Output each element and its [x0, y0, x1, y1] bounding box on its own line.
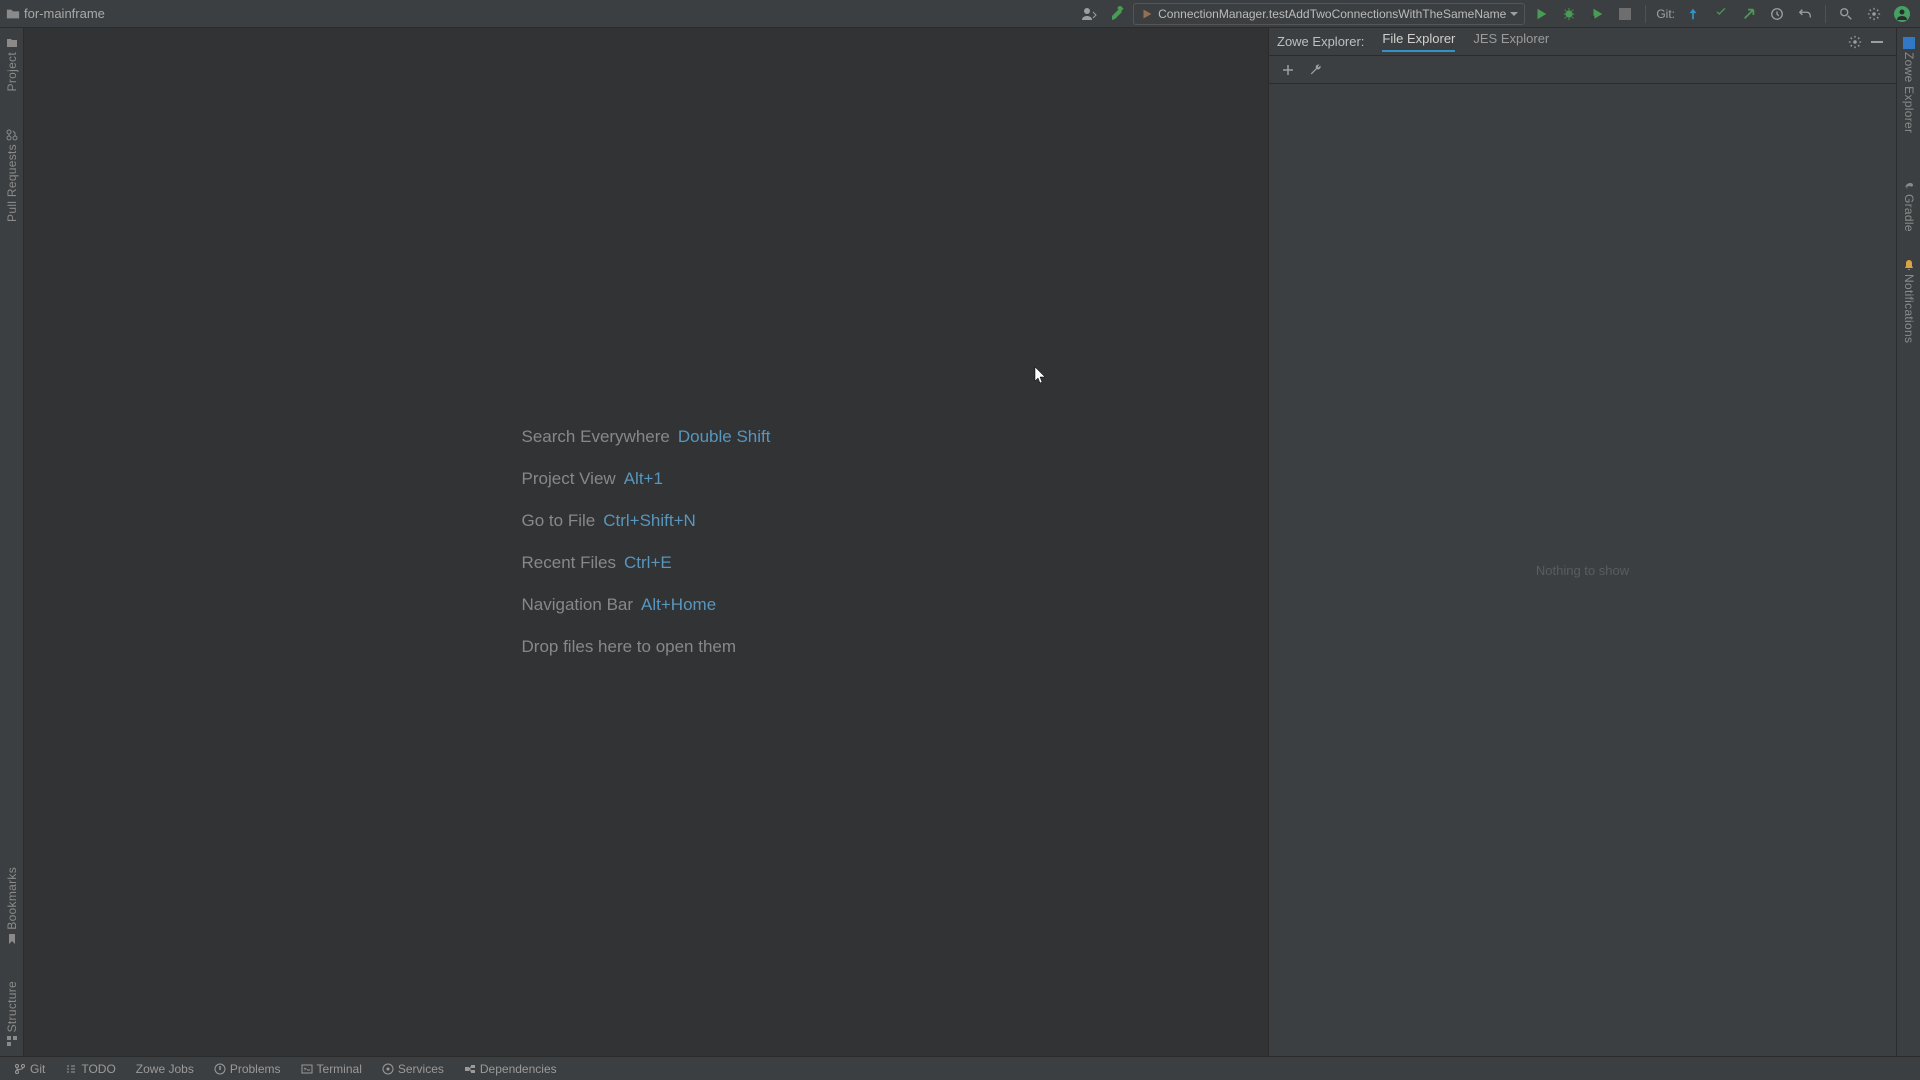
gradle-tool-button[interactable]: Gradle — [1897, 178, 1920, 232]
todo-icon — [65, 1063, 77, 1075]
hint-shortcut: Alt+1 — [624, 469, 663, 489]
project-name: for-mainframe — [24, 6, 105, 21]
zowe-label: Zowe Explorer — [1902, 52, 1916, 133]
hint-shortcut: Alt+Home — [641, 595, 716, 615]
user-icon[interactable] — [1077, 2, 1101, 26]
left-tool-stripe: Project Pull Requests Bookmarks Structur… — [0, 28, 24, 1056]
tab-jes-explorer[interactable]: JES Explorer — [1473, 31, 1549, 52]
bottom-terminal-button[interactable]: Terminal — [293, 1058, 370, 1080]
drop-hint: Drop files here to open them — [522, 637, 771, 657]
project-icon — [5, 36, 19, 50]
hint-project-view: Project View Alt+1 — [522, 469, 771, 489]
tab-file-explorer[interactable]: File Explorer — [1382, 31, 1455, 52]
bottom-label: Zowe Jobs — [136, 1062, 194, 1076]
bell-icon — [1902, 258, 1916, 272]
bookmarks-tool-button[interactable]: Bookmarks — [0, 867, 24, 946]
bottom-label: Services — [398, 1062, 444, 1076]
notifications-label: Notifications — [1902, 274, 1916, 343]
pull-requests-tool-button[interactable]: Pull Requests — [0, 128, 24, 222]
bottom-zowe-jobs-button[interactable]: Zowe Jobs — [128, 1058, 202, 1080]
bookmarks-label: Bookmarks — [5, 867, 19, 930]
test-run-icon — [1140, 7, 1154, 21]
panel-settings-gear-icon[interactable] — [1844, 31, 1866, 53]
bottom-problems-button[interactable]: Problems — [206, 1058, 289, 1080]
stop-icon[interactable] — [1613, 2, 1637, 26]
project-tool-button[interactable]: Project — [0, 36, 24, 91]
terminal-icon — [301, 1063, 313, 1075]
git-push-icon[interactable] — [1737, 2, 1761, 26]
pull-request-icon — [5, 128, 19, 142]
structure-icon — [5, 1034, 19, 1048]
hint-label: Navigation Bar — [522, 595, 634, 615]
run-with-coverage-icon[interactable] — [1585, 2, 1609, 26]
run-configuration-selector[interactable]: ConnectionManager.testAddTwoConnectionsW… — [1133, 3, 1525, 25]
run-config-label: ConnectionManager.testAddTwoConnectionsW… — [1158, 7, 1506, 21]
notifications-tool-button[interactable]: Notifications — [1897, 258, 1920, 343]
panel-title: Zowe Explorer: — [1277, 34, 1364, 49]
git-update-icon[interactable] — [1681, 2, 1705, 26]
git-commit-icon[interactable] — [1709, 2, 1733, 26]
bottom-label: Git — [30, 1062, 45, 1076]
empty-state-text: Nothing to show — [1536, 563, 1629, 578]
gradle-label: Gradle — [1902, 194, 1916, 232]
bottom-todo-button[interactable]: TODO — [57, 1058, 123, 1080]
hint-label: Recent Files — [522, 553, 616, 573]
zowe-icon — [1902, 36, 1916, 50]
panel-header: Zowe Explorer: File Explorer JES Explore… — [1269, 28, 1896, 56]
hint-label: Go to File — [522, 511, 596, 531]
hint-go-to-file: Go to File Ctrl+Shift+N — [522, 511, 771, 531]
structure-tool-button[interactable]: Structure — [0, 981, 24, 1048]
git-label: Git: — [1656, 7, 1675, 21]
gradle-icon — [1902, 178, 1916, 192]
mouse-cursor-icon — [1034, 366, 1048, 384]
panel-toolbar — [1269, 56, 1896, 84]
run-icon[interactable] — [1529, 2, 1553, 26]
build-hammer-icon[interactable] — [1105, 2, 1129, 26]
right-tool-stripe: Zowe Explorer Gradle Notifications — [1896, 28, 1920, 1056]
structure-label: Structure — [5, 981, 19, 1032]
add-icon[interactable] — [1277, 59, 1299, 81]
hint-label: Search Everywhere — [522, 427, 670, 447]
debug-icon[interactable] — [1557, 2, 1581, 26]
titlebar: for-mainframe ConnectionManager.testAddT… — [0, 0, 1920, 28]
hint-shortcut: Ctrl+E — [624, 553, 672, 573]
project-label: Project — [5, 52, 19, 91]
search-icon[interactable] — [1834, 2, 1858, 26]
panel-hide-icon[interactable] — [1866, 31, 1888, 53]
folder-icon — [6, 7, 20, 21]
panel-body: Nothing to show — [1269, 84, 1896, 1056]
dependencies-icon — [464, 1063, 476, 1075]
hint-search-everywhere: Search Everywhere Double Shift — [522, 427, 771, 447]
bottom-label: Problems — [230, 1062, 281, 1076]
zowe-explorer-panel: Zowe Explorer: File Explorer JES Explore… — [1268, 28, 1896, 1056]
hint-shortcut: Double Shift — [678, 427, 771, 447]
bottom-services-button[interactable]: Services — [374, 1058, 452, 1080]
bottom-label: Terminal — [317, 1062, 362, 1076]
project-breadcrumb[interactable]: for-mainframe — [6, 6, 105, 21]
hint-shortcut: Ctrl+Shift+N — [603, 511, 696, 531]
bottom-tool-bar: Git TODO Zowe Jobs Problems Terminal Ser… — [0, 1056, 1920, 1080]
bottom-label: Dependencies — [480, 1062, 557, 1076]
bottom-git-button[interactable]: Git — [6, 1058, 53, 1080]
hint-label: Project View — [522, 469, 616, 489]
services-icon — [382, 1063, 394, 1075]
chevron-down-icon — [1510, 10, 1518, 18]
editor-empty-area[interactable]: Search Everywhere Double Shift Project V… — [24, 28, 1268, 1056]
warning-icon — [214, 1063, 226, 1075]
hint-navigation-bar: Navigation Bar Alt+Home — [522, 595, 771, 615]
pull-requests-label: Pull Requests — [5, 144, 19, 222]
settings-gear-icon[interactable] — [1862, 2, 1886, 26]
configure-wrench-icon[interactable] — [1305, 59, 1327, 81]
bottom-label: TODO — [81, 1062, 115, 1076]
account-avatar-icon[interactable] — [1890, 2, 1914, 26]
shortcut-hints: Search Everywhere Double Shift Project V… — [522, 427, 771, 657]
bottom-dependencies-button[interactable]: Dependencies — [456, 1058, 565, 1080]
zowe-explorer-tool-button[interactable]: Zowe Explorer — [1897, 36, 1920, 133]
hint-recent-files: Recent Files Ctrl+E — [522, 553, 771, 573]
git-rollback-icon[interactable] — [1793, 2, 1817, 26]
git-history-icon[interactable] — [1765, 2, 1789, 26]
bookmark-icon — [5, 932, 19, 946]
toolbar-right: ConnectionManager.testAddTwoConnectionsW… — [1077, 2, 1914, 26]
git-branch-icon — [14, 1063, 26, 1075]
